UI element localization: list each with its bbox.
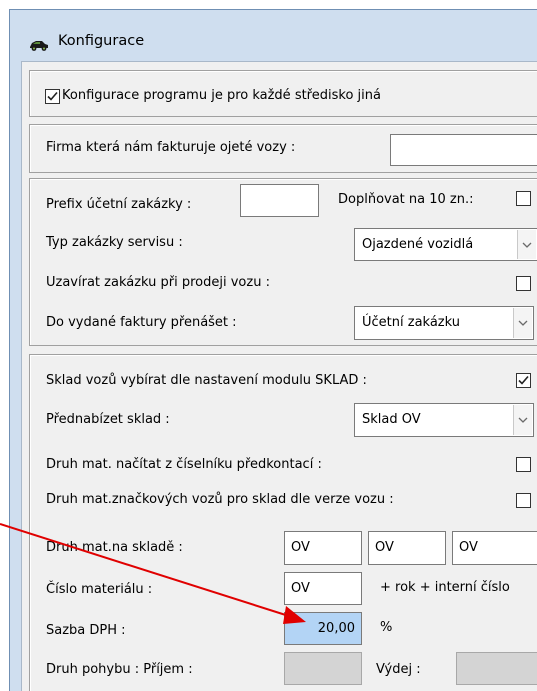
- order-type-label: Typ zakázky servisu :: [46, 235, 183, 250]
- invoicing-company-label: Firma která nám fakturuje ojeté vozy :: [46, 140, 296, 155]
- background-top: [0, 0, 537, 9]
- chevron-down-icon: [518, 417, 528, 423]
- vat-unit: %: [380, 620, 393, 635]
- prefix-input[interactable]: [240, 184, 319, 217]
- stock-mat-input-3[interactable]: OV: [452, 531, 537, 565]
- order-type-value: Ojazdené vozidlá: [362, 237, 474, 252]
- stock-mat-label: Druh mat.na skladě :: [46, 540, 183, 555]
- stock-mat-input-1[interactable]: OV: [284, 531, 362, 565]
- warehouse-select-label: Sklad vozů vybírat dle nastavení modulu …: [46, 373, 367, 388]
- preselect-warehouse-value: Sklad OV: [362, 412, 421, 427]
- car-icon: [30, 41, 48, 51]
- mat-number-input[interactable]: OV: [284, 572, 362, 605]
- stock-mat-input-2[interactable]: OV: [368, 531, 446, 565]
- brand-mat-checkbox[interactable]: [516, 493, 531, 508]
- pad-to-10-label: Doplňovat na 10 zn.:: [338, 192, 474, 207]
- prefix-label: Prefix účetní zakázky :: [46, 197, 192, 212]
- warehouse-select-checkbox[interactable]: [516, 373, 531, 388]
- movement-out-input[interactable]: [456, 652, 537, 685]
- vat-label: Sazba DPH :: [46, 623, 126, 638]
- movement-type-label: Druh pohybu : Příjem :: [46, 662, 193, 677]
- vat-rate-input[interactable]: 20,00: [284, 612, 362, 645]
- mat-type-load-label: Druh mat. načítat z číselníku předkontac…: [46, 457, 322, 472]
- invoice-transfer-dropdown-button[interactable]: [513, 308, 532, 338]
- close-order-checkbox[interactable]: [516, 276, 531, 291]
- mat-number-label: Číslo materiálu :: [46, 582, 153, 597]
- brand-mat-label: Druh mat.značkových vozů pro sklad dle v…: [46, 492, 394, 507]
- preselect-warehouse-select[interactable]: Sklad OV: [354, 403, 534, 437]
- invoice-transfer-select[interactable]: Účetní zakázku: [354, 306, 534, 340]
- invoicing-company-input[interactable]: [390, 134, 537, 166]
- close-order-label: Uzavírat zakázku při prodeji vozu :: [46, 275, 270, 290]
- movement-out-label: Výdej :: [376, 662, 421, 677]
- chevron-down-icon: [518, 320, 528, 326]
- branch-specific-label: Konfigurace programu je pro každé středi…: [62, 88, 381, 103]
- checkmark-icon: [47, 91, 58, 101]
- checkmark-icon: [518, 375, 529, 385]
- branch-specific-checkbox[interactable]: [45, 89, 60, 104]
- invoice-transfer-label: Do vydané faktury přenášet :: [46, 315, 237, 330]
- invoice-transfer-value: Účetní zakázku: [362, 315, 460, 330]
- chevron-down-icon: [522, 242, 532, 248]
- preselect-warehouse-label: Přednabízet sklad :: [46, 412, 170, 427]
- mat-type-load-checkbox[interactable]: [516, 457, 531, 472]
- preselect-warehouse-dropdown-button[interactable]: [513, 405, 532, 435]
- window-title: Konfigurace: [58, 33, 145, 49]
- order-type-select[interactable]: Ojazdené vozidlá: [354, 228, 537, 261]
- movement-in-input[interactable]: [284, 652, 362, 685]
- order-type-dropdown-button[interactable]: [517, 230, 536, 259]
- mat-number-suffix: + rok + interní číslo: [380, 580, 510, 595]
- pad-to-10-checkbox[interactable]: [516, 191, 531, 206]
